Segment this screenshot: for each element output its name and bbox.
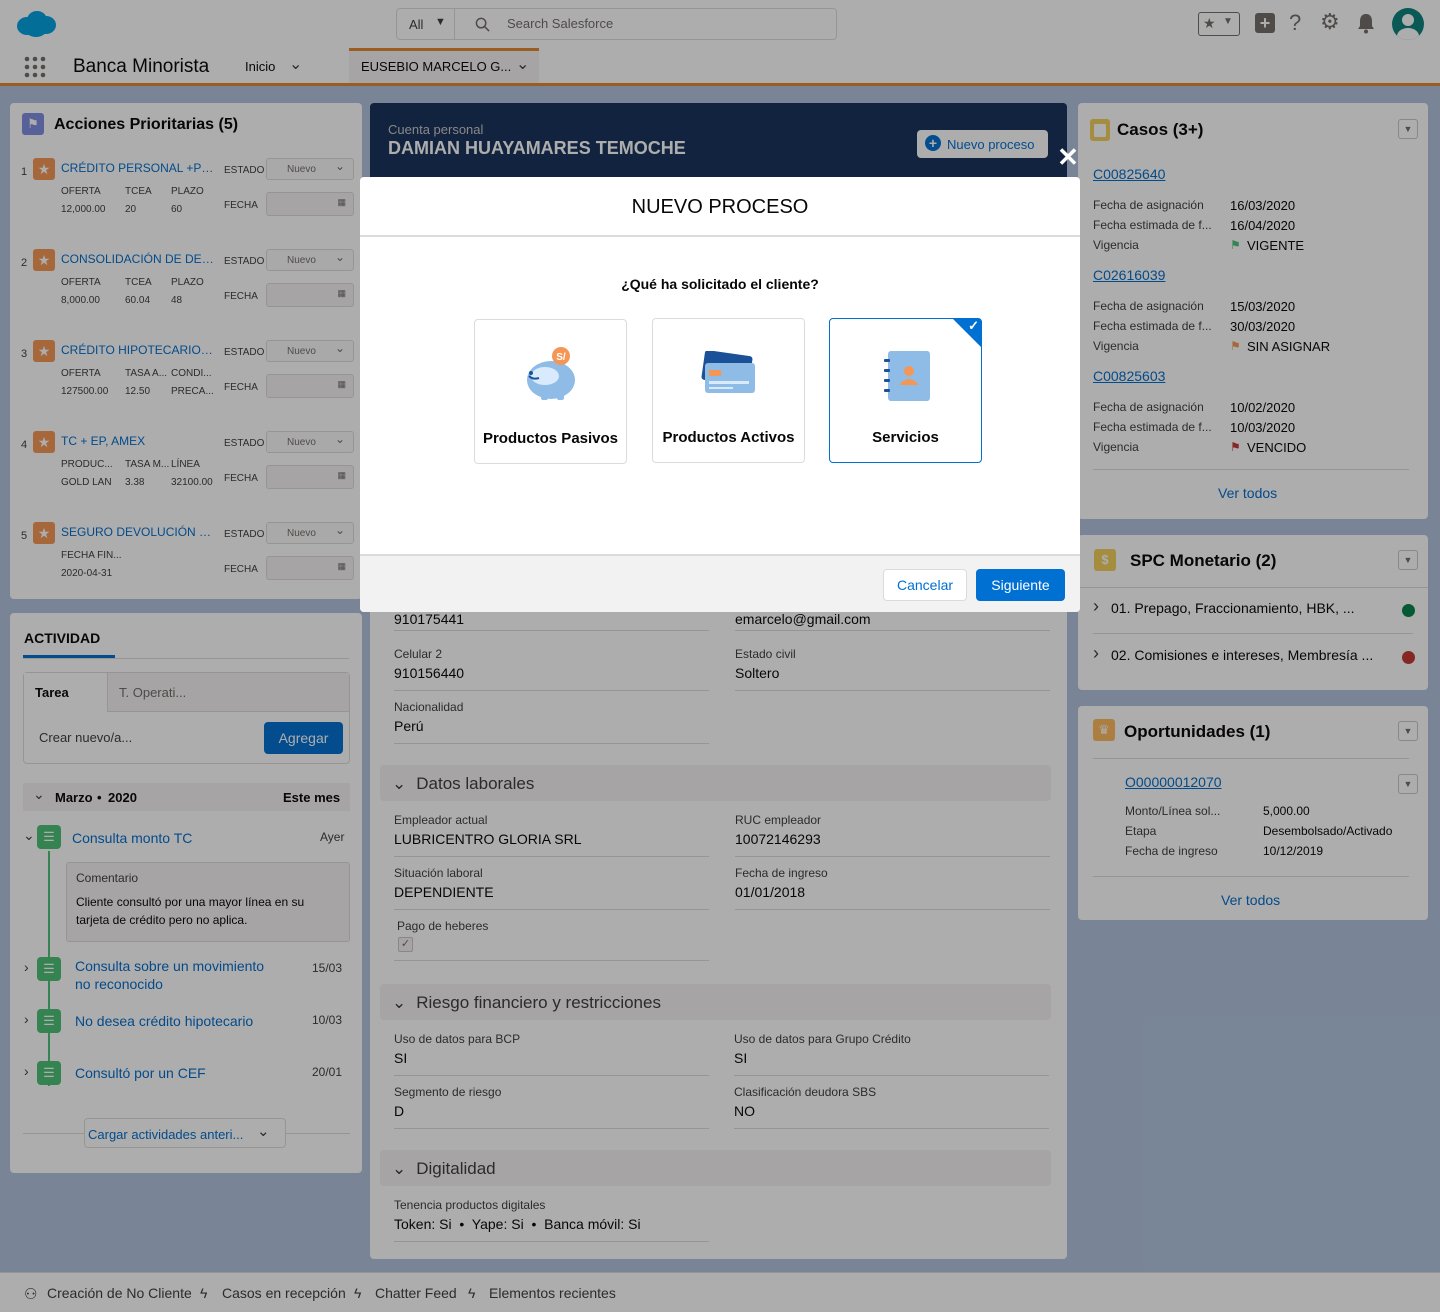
modal-question: ¿Qué ha solicitado el cliente? [621,276,819,292]
check-icon: ✓ [968,318,979,333]
option-productos-activos[interactable]: Productos Activos [652,318,805,463]
cancel-button[interactable]: Cancelar [883,569,967,601]
credit-card-icon [701,351,755,393]
option-label: Productos Pasivos [482,430,619,447]
next-button[interactable]: Siguiente [976,569,1065,601]
new-process-modal: NUEVO PROCESO ¿Qué ha solicitado el clie… [360,177,1080,612]
option-servicios[interactable]: ✓ Servicios [829,318,982,463]
contact-book-icon [884,351,930,401]
close-icon[interactable]: ✕ [1056,144,1080,170]
option-label: Servicios [872,429,939,446]
currency-badge: S/ [556,352,566,363]
option-label: Productos Activos [662,429,795,446]
option-productos-pasivos[interactable]: S/ Productos Pasivos [474,319,627,464]
modal-header: NUEVO PROCESO [360,177,1080,237]
modal-footer: Cancelar Siguiente [360,554,1080,612]
piggy-bank-icon: S/ [527,347,575,400]
modal-title: NUEVO PROCESO [631,196,809,218]
